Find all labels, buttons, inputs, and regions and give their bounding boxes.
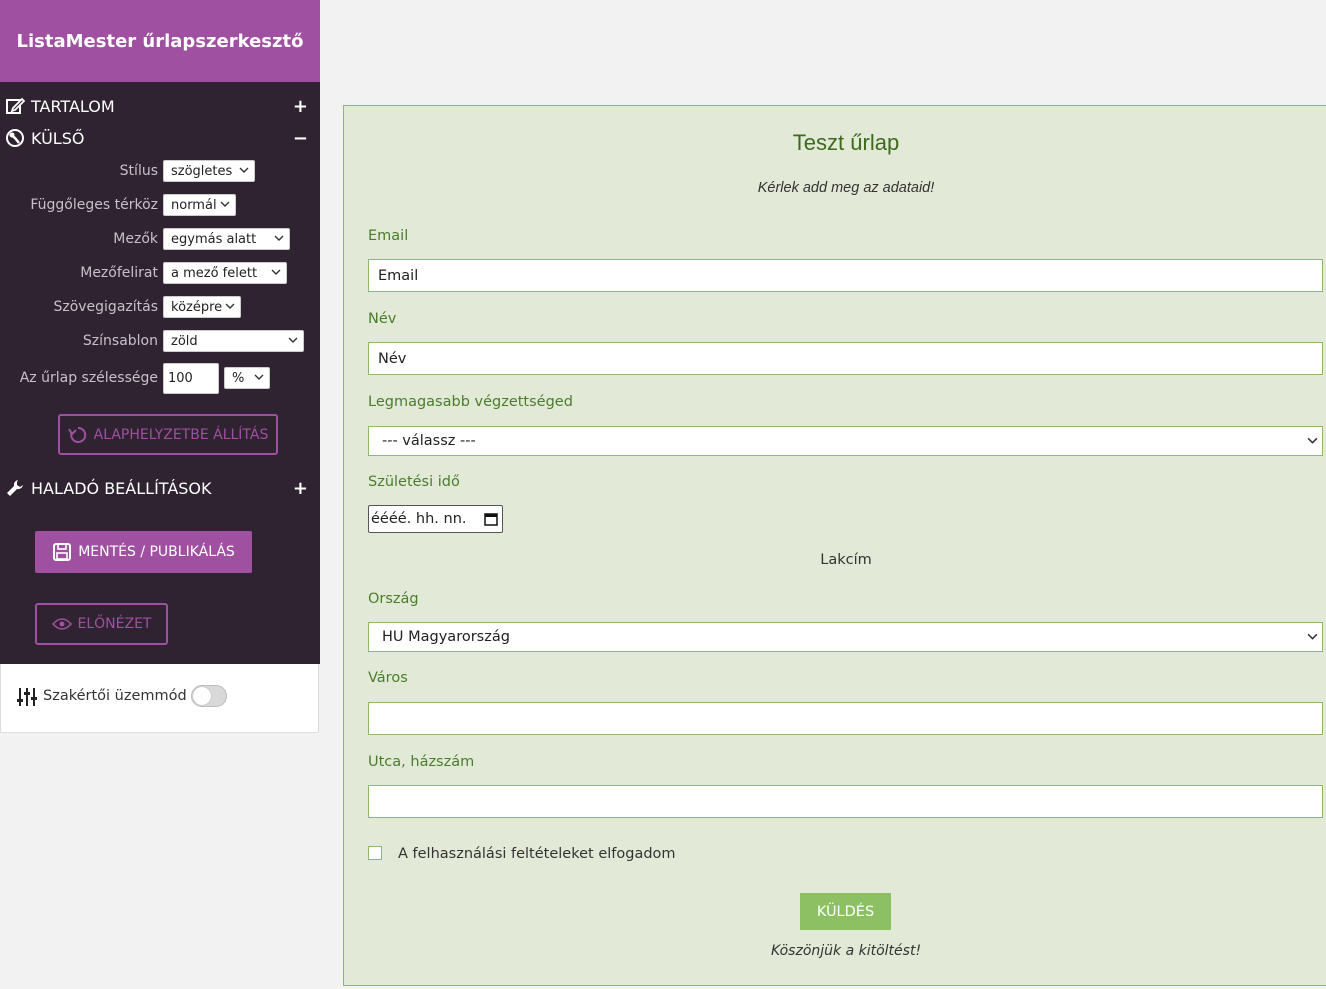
name-field[interactable]: Név [368, 342, 1323, 375]
save-icon [53, 543, 72, 561]
minus-icon[interactable]: − [293, 128, 308, 149]
style-select[interactable]: szögletes [163, 160, 255, 182]
country-label: Ország [368, 591, 419, 607]
form-width-unit-value: % [232, 370, 245, 386]
form-title: Teszt űrlap [792, 130, 900, 155]
setting-color-template: Színsablon zöld [0, 330, 320, 354]
field-label-select-value: a mező felett [171, 265, 258, 281]
city-field[interactable] [368, 702, 1323, 735]
section-advanced[interactable]: HALADÓ BEÁLLÍTÁSOK + [0, 474, 320, 502]
setting-field-label: Mezőfelirat a mező felett [0, 262, 320, 286]
form-subtitle: Kérlek add meg az adataid! [757, 180, 935, 196]
edit-icon [4, 95, 26, 117]
education-select-value: --- válassz --- [382, 433, 476, 449]
field-label-select[interactable]: a mező felett [163, 262, 287, 284]
vertical-spacing-value: normál [171, 197, 217, 213]
birth-date-placeholder: éééé. hh. nn. [371, 511, 467, 527]
street-label: Utca, házszám [368, 754, 475, 770]
setting-fields-label: Mezők [113, 231, 158, 247]
setting-vertical-spacing: Függőleges térköz normál [0, 194, 320, 218]
eye-icon [51, 618, 72, 630]
birth-date-label: Születési idő [368, 474, 460, 490]
text-align-select[interactable]: középre [163, 296, 241, 318]
country-select-value: HU Magyarország [382, 629, 510, 645]
vertical-spacing-select[interactable]: normál [163, 194, 236, 216]
chevron-down-icon [271, 269, 281, 275]
setting-fields: Mezők egymás alatt [0, 228, 320, 252]
plus-icon[interactable]: + [293, 96, 308, 117]
calendar-icon [484, 513, 498, 526]
section-appearance[interactable]: KÜLSŐ − [0, 124, 320, 152]
birth-date-input[interactable]: éééé. hh. nn. [368, 505, 503, 533]
fields-select[interactable]: egymás alatt [163, 228, 290, 250]
street-field[interactable] [368, 785, 1323, 818]
setting-style: Stílus szögletes [0, 160, 320, 184]
setting-form-width-label: Az űrlap szélessége [19, 370, 158, 386]
save-publish-button-label: MENTÉS / PUBLIKÁLÁS [78, 544, 235, 560]
setting-style-label: Stílus [119, 163, 158, 179]
chevron-down-icon [288, 337, 298, 343]
text-align-select-value: középre [171, 299, 223, 315]
form-width-input[interactable]: 100 [163, 363, 219, 394]
setting-form-width: Az űrlap szélessége 100 % [0, 363, 320, 394]
preview-button-label: ELŐNÉZET [77, 616, 152, 632]
style-select-value: szögletes [171, 163, 233, 179]
chevron-down-icon [254, 374, 264, 380]
country-select[interactable]: HU Magyarország [368, 622, 1323, 652]
terms-label: A felhasználási feltételeket elfogadom [398, 846, 676, 862]
save-publish-button[interactable]: MENTÉS / PUBLIKÁLÁS [35, 531, 252, 573]
chevron-down-icon [220, 201, 230, 207]
education-label: Legmagasabb végzettséged [368, 394, 573, 410]
setting-vertical-spacing-label: Függőleges térköz [30, 197, 158, 213]
app-header: ListaMester űrlapszerkesztő [0, 0, 320, 82]
expert-mode-label: Szakértői üzemmód [43, 688, 187, 704]
city-label: Város [368, 670, 408, 686]
setting-text-align-label: Szövegigazítás [53, 299, 158, 315]
setting-color-template-label: Színsablon [82, 333, 158, 349]
name-label: Név [368, 311, 397, 327]
chevron-down-icon [225, 303, 235, 309]
wrench-icon [4, 477, 26, 499]
setting-field-label-label: Mezőfelirat [80, 265, 158, 281]
expert-mode-panel: Szakértői üzemmód [0, 664, 319, 733]
email-field[interactable]: Email [368, 259, 1323, 292]
education-select[interactable]: --- válassz --- [368, 426, 1323, 456]
terms-checkbox[interactable] [368, 846, 382, 860]
form-width-unit-select[interactable]: % [224, 367, 270, 389]
app-title: ListaMester űrlapszerkesztő [16, 30, 304, 52]
form-width-value: 100 [168, 371, 193, 386]
thank-you-text: Köszönjük a kitöltést! [770, 943, 922, 959]
setting-text-align: Szövegigazítás középre [0, 296, 320, 320]
section-appearance-label: KÜLSŐ [31, 128, 85, 148]
sidebar: ListaMester űrlapszerkesztő TARTALOM + K… [0, 0, 320, 664]
section-advanced-label: HALADÓ BEÁLLÍTÁSOK [31, 478, 212, 498]
email-placeholder: Email [378, 267, 419, 284]
chevron-down-icon [239, 167, 249, 173]
fields-select-value: egymás alatt [171, 231, 257, 247]
email-label: Email [368, 228, 409, 244]
color-template-select-value: zöld [171, 333, 198, 349]
reset-button-label: ALAPHELYZETBE ÁLLÍTÁS [93, 426, 269, 443]
section-content-label: TARTALOM [31, 96, 115, 116]
submit-button-label: KÜLDÉS [816, 903, 875, 920]
submit-button[interactable]: KÜLDÉS [800, 893, 891, 930]
chevron-down-icon [1307, 633, 1318, 640]
section-content[interactable]: TARTALOM + [0, 92, 320, 120]
toggle-knob [193, 687, 211, 705]
address-heading: Lakcím [820, 552, 872, 568]
plus-icon[interactable]: + [293, 478, 308, 499]
sliders-icon [17, 688, 37, 706]
color-template-select[interactable]: zöld [163, 330, 304, 352]
chevron-down-icon [1307, 437, 1318, 444]
form-preview: Teszt űrlap Kérlek add meg az adataid! E… [343, 105, 1326, 986]
reset-button[interactable]: ALAPHELYZETBE ÁLLÍTÁS [58, 414, 278, 455]
chevron-down-icon [274, 235, 284, 241]
preview-button[interactable]: ELŐNÉZET [35, 603, 168, 645]
palette-icon [4, 127, 26, 149]
name-placeholder: Név [378, 350, 407, 367]
expert-mode-toggle[interactable] [191, 685, 227, 707]
reset-icon [67, 426, 86, 443]
